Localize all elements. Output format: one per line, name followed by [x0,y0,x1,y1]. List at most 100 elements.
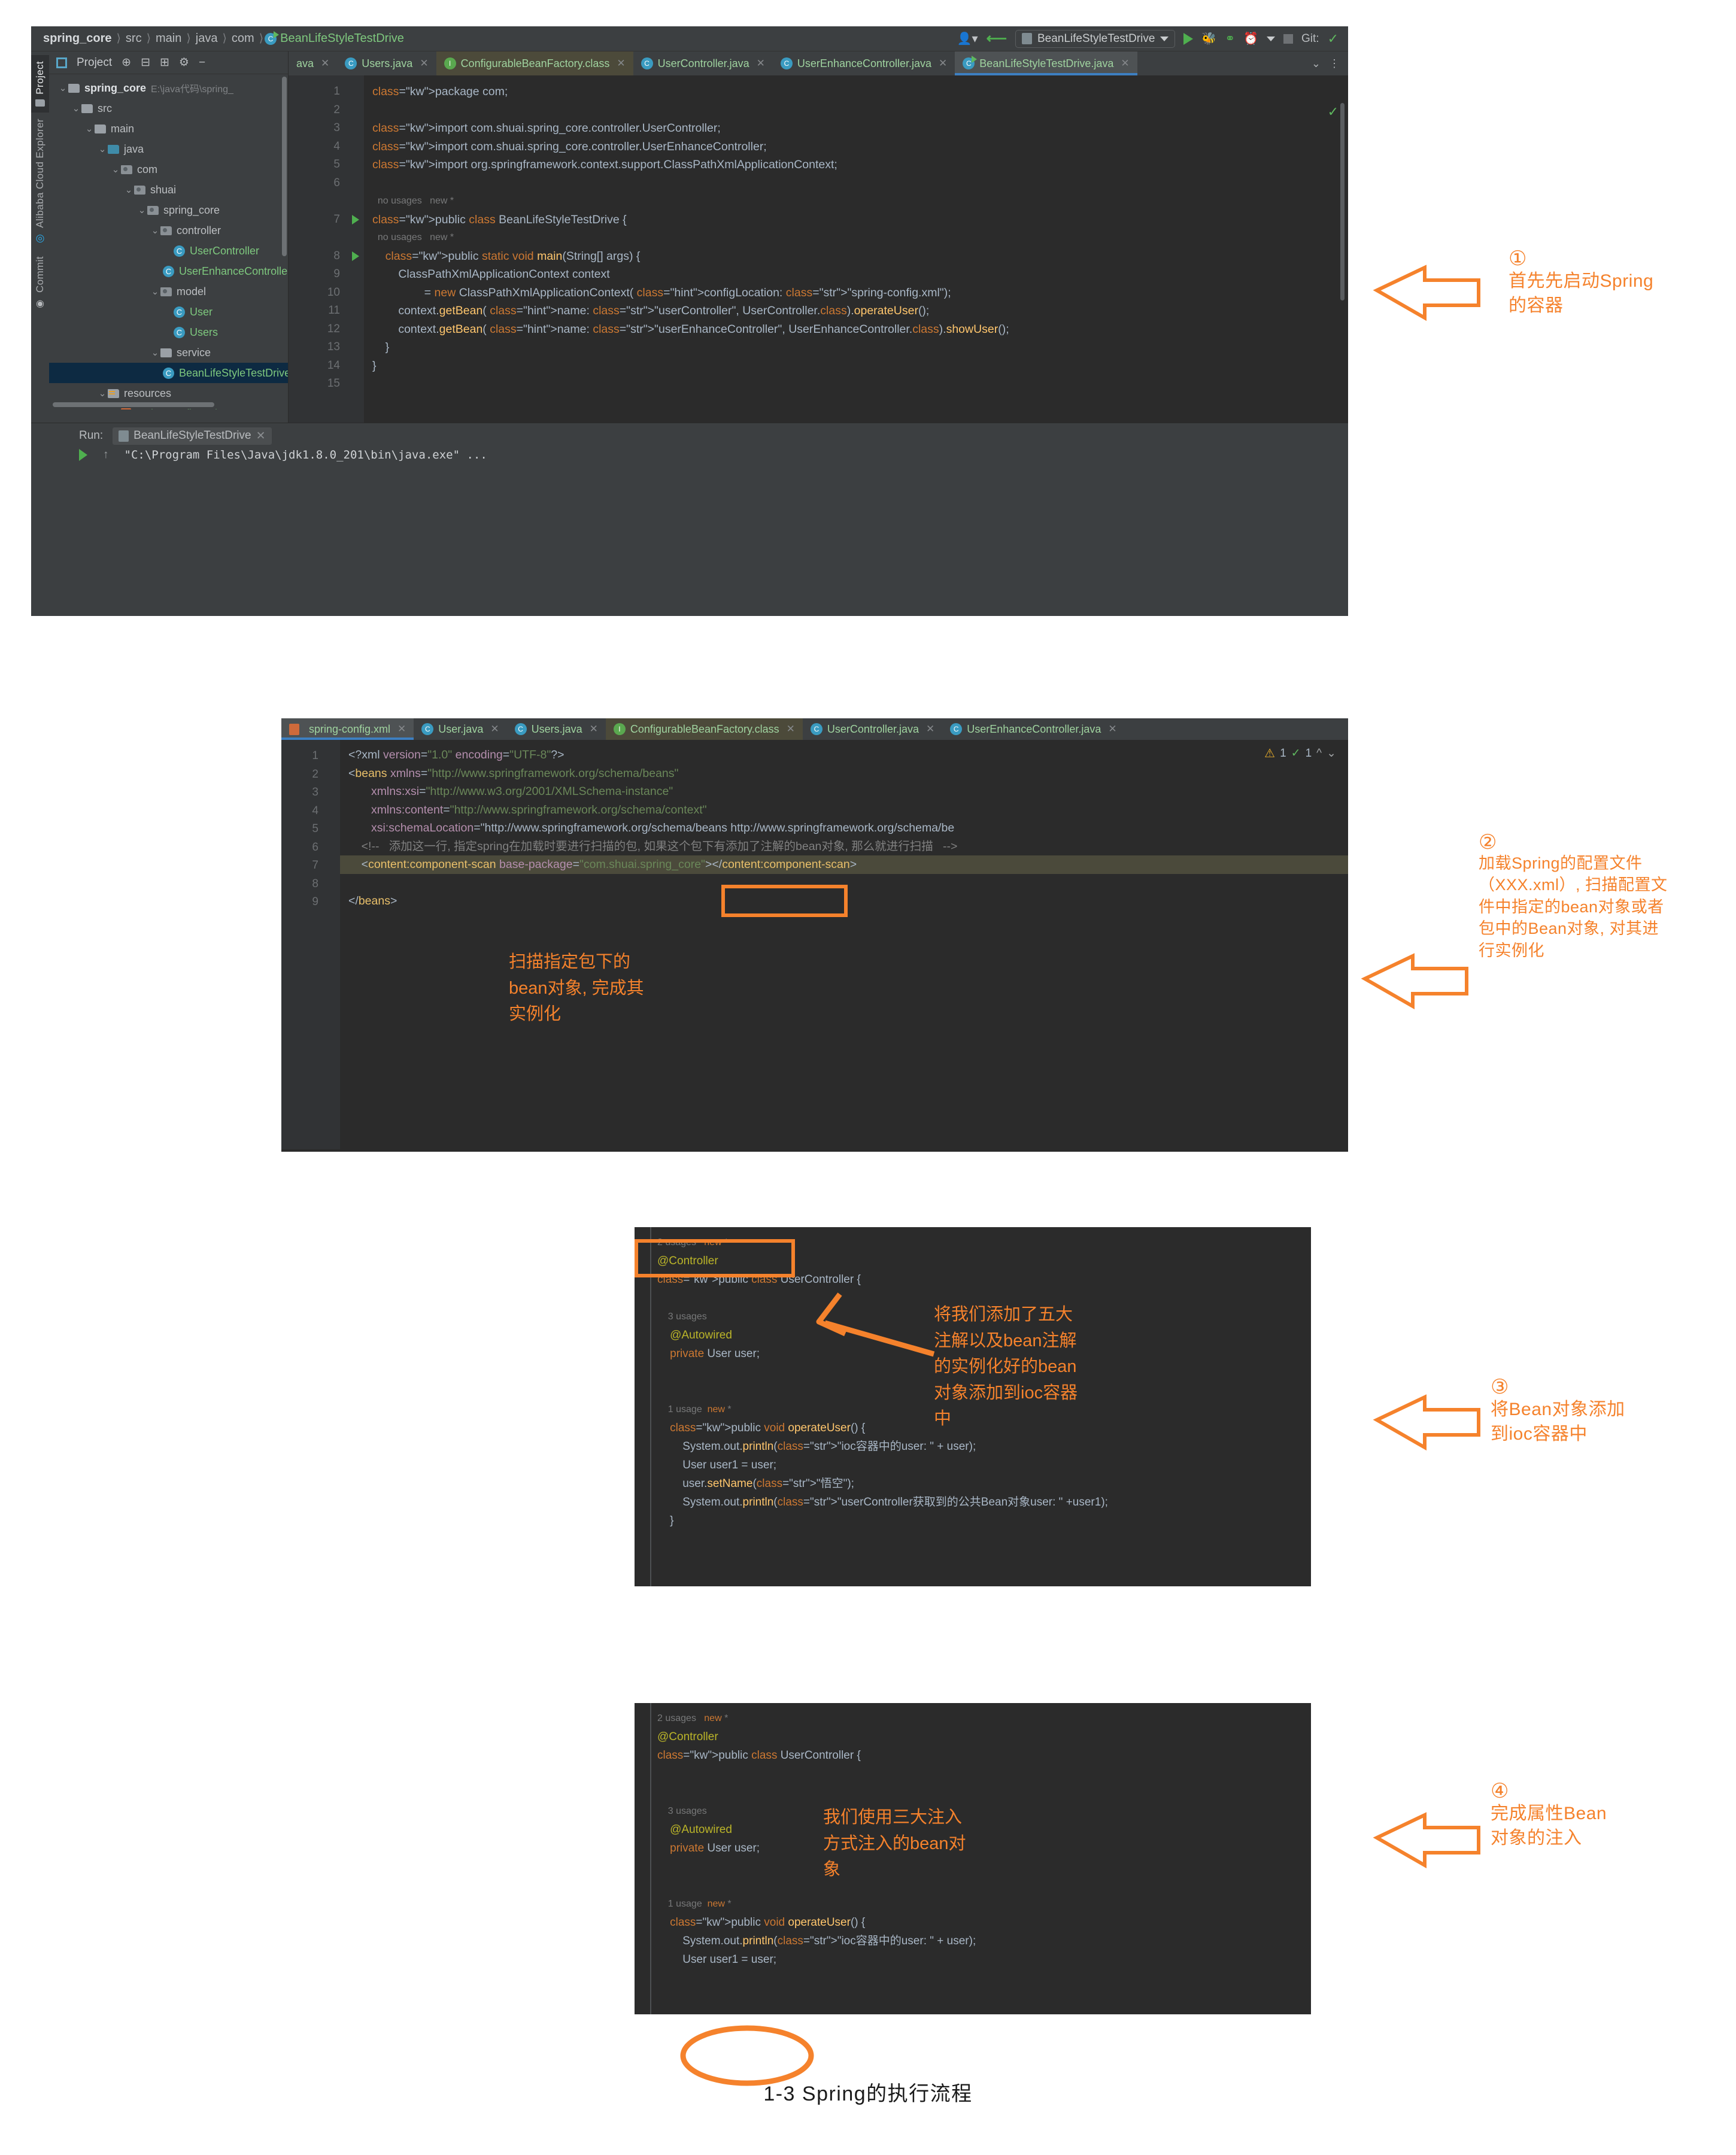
chevron-icon[interactable]: ⌄ [150,347,160,358]
close-icon[interactable]: ✕ [757,57,765,69]
tree-node[interactable]: ⌄ resources [49,383,288,403]
editor-tab[interactable]: I ConfigurableBeanFactory.class ✕ [436,51,633,75]
breadcrumb-item-main[interactable]: main [152,32,185,45]
close-icon[interactable]: ✕ [617,57,625,69]
inspection-status-strip[interactable]: ⚠ 1 ✓ 1 ^ ⌄ [1264,746,1336,761]
editor-tab[interactable]: C BeanLifeStyleTestDrive.java ✕ [955,51,1138,75]
more-options-icon[interactable]: ⋮ [1329,57,1340,70]
breadcrumb-item-com[interactable]: com [228,32,258,45]
chevron-down-icon[interactable]: ⌄ [1312,57,1321,70]
run-gutter-icon[interactable] [352,214,359,224]
chevron-icon[interactable]: ⌄ [97,388,108,399]
editor-tab[interactable]: C Users.java ✕ [507,718,606,740]
scroll-up-icon[interactable]: ↑ [103,448,109,462]
controller-code-b[interactable]: 2 usages new * @Controller class="kw">publ… [635,1703,1311,1969]
editor-tab[interactable]: C UserEnhanceController.java ✕ [942,718,1124,740]
close-icon[interactable]: ✕ [420,57,428,69]
chevron-icon[interactable]: ⌄ [110,164,121,175]
editor-tab-bar-xml[interactable]: spring-config.xml ✕ C User.java ✕ C Users.… [281,718,1348,740]
editor-tab[interactable]: I ConfigurableBeanFactory.class ✕ [605,718,803,740]
close-icon[interactable]: ✕ [590,723,598,735]
tree-node[interactable]: C UserController [49,241,288,261]
editor-scrollbar[interactable] [1340,103,1345,301]
locate-file-icon[interactable]: ⊕ [122,56,131,69]
tree-node[interactable]: ⌄ src [49,98,288,119]
xml-code-lines[interactable]: <?xml version="1.0" encoding="UTF-8"?> <b… [340,740,1348,1149]
run-with-coverage-button[interactable]: ⚭ [1225,31,1235,46]
editor-tab[interactable]: C UserController.java ✕ [633,51,773,75]
git-check-icon[interactable]: ✓ [1328,31,1339,47]
tree-node[interactable]: C UserEnhanceController [49,261,288,281]
breadcrumb-item-src[interactable]: src [122,32,145,45]
editor-tab[interactable]: ava ✕ [289,51,337,75]
close-icon[interactable]: ✕ [490,723,499,735]
debug-button[interactable]: 🐝 [1201,31,1216,46]
breadcrumb-item-file[interactable]: BeanLifeStyleTestDrive [277,32,408,45]
editor-tab[interactable]: C UserEnhanceController.java ✕ [773,51,955,75]
chevron-down-icon[interactable]: ⌄ [1327,746,1336,760]
gutter-line: 8 [312,877,318,890]
user-account-icon[interactable]: 👤▾ [957,31,978,46]
chevron-icon[interactable]: ⌄ [123,184,134,195]
tree-node[interactable]: ⌄ shuai [49,180,288,200]
tree-node[interactable]: ⌄ java [49,139,288,159]
tab-bar-actions[interactable]: ⌄ ⋮ [1303,51,1348,75]
tree-node[interactable]: ⌄ com [49,159,288,180]
close-icon[interactable]: ✕ [397,723,406,735]
code-folding-gutter-xml[interactable] [324,740,340,1149]
code-lines[interactable]: class="kw">package com; class="kw">impor… [364,75,1348,423]
profile-button[interactable]: ⏰ [1243,31,1258,46]
rerun-button[interactable] [79,449,87,461]
hide-icon[interactable]: − [199,56,205,69]
tree-node[interactable]: C User [49,302,288,322]
close-icon[interactable]: ✕ [1108,723,1116,735]
tree-node[interactable]: ⌄ model [49,281,288,302]
tree-node[interactable]: C Users [49,322,288,342]
tool-window-project[interactable]: Project [31,55,49,113]
editor-tab[interactable]: C Users.java ✕ [337,51,436,75]
breadcrumb-item-project[interactable]: spring_core [40,32,115,45]
run-tab[interactable]: BeanLifeStyleTestDrive ✕ [113,427,272,445]
tree-node[interactable]: ⌄ service [49,342,288,363]
xml-code-area[interactable]: 1 2 3 4 5 6 7 8 9 <?xml version="1.0" encoding="… [281,740,1348,1149]
back-arrow-icon[interactable]: ⟵ [987,30,1007,47]
editor-tab[interactable]: C User.java ✕ [414,718,506,740]
editor-tab[interactable]: spring-config.xml ✕ [281,718,414,740]
tree-node[interactable]: ⌄ controller [49,220,288,241]
close-icon[interactable]: ✕ [926,723,934,735]
chevron-icon[interactable]: ⌄ [57,83,68,93]
run-button[interactable] [1183,32,1194,45]
tree-vertical-scrollbar[interactable] [282,77,287,256]
project-tree[interactable]: ⌄ spring_core E:\java代码\spring_ ⌄ src ⌄ … [49,74,288,409]
chevron-icon[interactable]: ⌄ [150,286,160,297]
close-icon[interactable]: ✕ [1121,57,1129,69]
close-icon[interactable]: ✕ [321,57,329,69]
chevron-icon[interactable]: ⌄ [71,103,81,114]
breadcrumb-item-java[interactable]: java [192,32,221,45]
chevron-icon[interactable]: ⌄ [150,225,160,236]
close-icon[interactable]: ✕ [787,723,795,735]
chevron-icon[interactable]: ⌄ [84,123,95,134]
run-gutter-icon[interactable] [352,251,359,261]
tree-horizontal-scrollbar[interactable] [53,402,214,407]
chevron-icon[interactable]: ⌄ [97,144,108,154]
tree-node[interactable]: C BeanLifeStyleTestDrive [49,363,288,383]
stop-button[interactable] [1283,34,1293,44]
editor-tab[interactable]: C UserController.java ✕ [803,718,942,740]
tool-window-commit[interactable]: Commit ◉ [33,250,47,315]
close-icon[interactable]: ✕ [256,429,266,443]
editor-tab-bar[interactable]: ava ✕ C Users.java ✕ I ConfigurableBeanFac… [289,51,1348,75]
chevron-up-icon[interactable]: ^ [1316,747,1322,760]
tool-window-alibaba[interactable]: Alibaba Cloud Explorer ◎ [33,113,47,251]
code-folding-gutter[interactable] [346,75,364,423]
collapse-all-icon[interactable]: ⊞ [160,56,169,69]
run-configuration-selector[interactable]: BeanLifeStyleTestDrive [1015,29,1176,48]
code-area[interactable]: 1 2 3 4 5 6 7 8 9 10 11 12 13 14 15 class="kw">package… [289,75,1348,423]
gear-icon[interactable]: ⚙ [179,56,189,69]
tree-node[interactable]: ⌄ main [49,119,288,139]
close-icon[interactable]: ✕ [939,57,947,69]
tree-node[interactable]: ⌄ spring_core [49,200,288,220]
expand-all-icon[interactable]: ⊟ [141,56,150,69]
tree-node[interactable]: ⌄ spring_core E:\java代码\spring_ [49,78,288,98]
chevron-icon[interactable]: ⌄ [136,205,147,216]
